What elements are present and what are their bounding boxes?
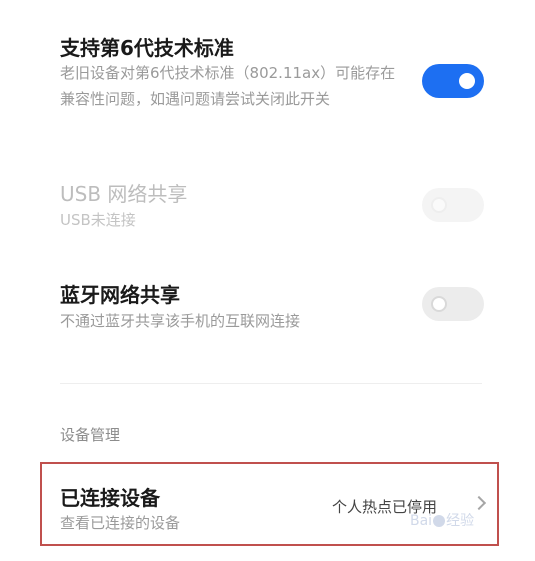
toggle-knob	[431, 197, 447, 213]
usb-tethering-toggle	[422, 188, 484, 222]
baidu-paw-icon	[433, 515, 446, 527]
device-management-header: 设备管理	[60, 426, 121, 444]
setting-row-usb-tethering: USB 网络共享 USB未连接	[0, 160, 535, 240]
hotspot-settings-page: 支持第6代技术标准 老旧设备对第6代技术标准（802.11ax）可能存在兼容性问…	[0, 0, 535, 561]
usb-tethering-subtitle: USB未连接	[60, 211, 136, 229]
connected-devices-title: 已连接设备	[60, 486, 160, 510]
toggle-knob	[431, 296, 447, 312]
usb-tethering-title: USB 网络共享	[60, 182, 188, 206]
setting-row-wifi6[interactable]: 支持第6代技术标准 老旧设备对第6代技术标准（802.11ax）可能存在兼容性问…	[0, 0, 535, 140]
setting-row-bluetooth-tethering[interactable]: 蓝牙网络共享 不通过蓝牙共享该手机的互联网连接	[0, 265, 535, 345]
bluetooth-tethering-toggle[interactable]	[422, 287, 484, 321]
wifi6-toggle[interactable]	[422, 64, 484, 98]
wifi6-subtitle: 老旧设备对第6代技术标准（802.11ax）可能存在兼容性问题，如遇问题请尝试关…	[60, 64, 396, 108]
watermark-text-right: 经验	[446, 513, 475, 529]
bluetooth-tethering-subtitle: 不通过蓝牙共享该手机的互联网连接	[60, 312, 301, 330]
chevron-right-icon	[471, 495, 487, 511]
toggle-knob	[459, 73, 475, 89]
wifi6-title: 支持第6代技术标准	[60, 36, 234, 60]
connected-devices-subtitle: 查看已连接的设备	[60, 514, 181, 532]
connected-devices-item[interactable]: 已连接设备 查看已连接的设备 个人热点已停用	[40, 462, 499, 546]
bluetooth-tethering-title: 蓝牙网络共享	[60, 283, 180, 307]
watermark-text-left: Bai	[410, 513, 433, 529]
section-divider	[60, 383, 482, 384]
baidu-watermark: Bai 经验	[410, 510, 474, 530]
